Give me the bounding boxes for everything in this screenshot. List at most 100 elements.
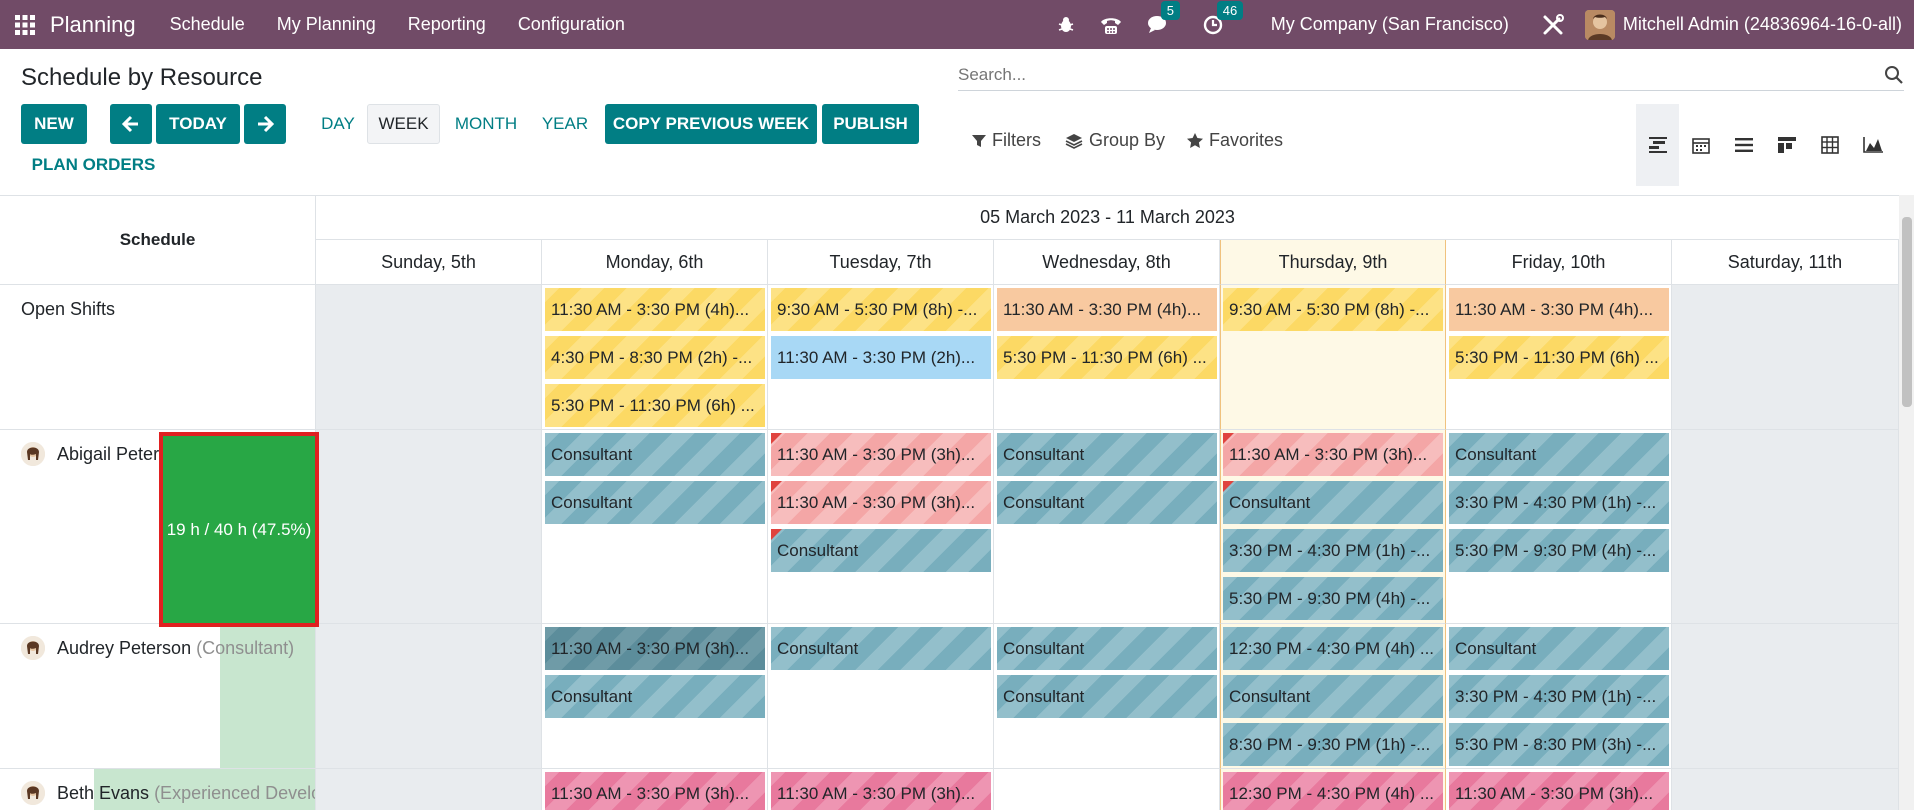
shift-pill[interactable]: 11:30 AM - 3:30 PM (4h)... (545, 288, 765, 331)
shift-pill[interactable]: 11:30 AM - 3:30 PM (2h)... (771, 336, 991, 379)
shift-pill[interactable]: Consultant (771, 627, 991, 670)
gantt-cell[interactable] (1672, 285, 1899, 430)
top-navbar: Planning Schedule My Planning Reporting … (0, 0, 1914, 49)
search-bar (958, 59, 1904, 91)
search-input[interactable] (958, 64, 1858, 85)
plan-orders-button[interactable]: PLAN ORDERS (21, 145, 166, 185)
shift-pill[interactable]: Consultant (997, 675, 1217, 718)
menu-configuration[interactable]: Configuration (518, 14, 625, 35)
shift-pill[interactable]: Consultant (545, 675, 765, 718)
menu-reporting[interactable]: Reporting (408, 14, 486, 35)
app-name[interactable]: Planning (50, 12, 136, 38)
filters-label: Filters (992, 130, 1041, 150)
shift-pill[interactable]: 5:30 PM - 9:30 PM (4h) -... (1223, 577, 1443, 620)
shift-pill[interactable]: 11:30 AM - 3:30 PM (4h)... (997, 288, 1217, 331)
shift-pill[interactable]: 11:30 AM - 3:30 PM (3h)... (545, 772, 765, 810)
shift-pill[interactable]: 4:30 PM - 8:30 PM (2h) -... (545, 336, 765, 379)
settings-tools-icon[interactable] (1541, 13, 1565, 37)
shift-pill[interactable]: 5:30 PM - 11:30 PM (6h) ... (997, 336, 1217, 379)
scale-month[interactable]: MONTH (445, 104, 527, 144)
messages-icon[interactable]: 5 (1147, 0, 1181, 35)
scale-year[interactable]: YEAR (533, 104, 597, 144)
shift-pill[interactable]: 8:30 PM - 9:30 PM (1h) -... (1223, 723, 1443, 766)
activities-clock-icon[interactable]: 46 (1203, 0, 1244, 35)
shift-pill[interactable]: Consultant (1449, 433, 1669, 476)
shift-pill[interactable]: 11:30 AM - 3:30 PM (3h)... (771, 772, 991, 810)
today-button[interactable]: TODAY (156, 104, 240, 144)
pivot-view-icon[interactable] (1808, 104, 1851, 186)
user-name: Mitchell Admin (24836964-16-0-all) (1622, 14, 1902, 34)
vertical-scrollbar[interactable] (1899, 195, 1914, 810)
filters-toggle[interactable]: Filters (972, 130, 1041, 151)
shift-pill[interactable]: Consultant (545, 481, 765, 524)
gantt-cell[interactable] (1672, 430, 1899, 624)
shift-pill[interactable]: Consultant (997, 627, 1217, 670)
shift-pill[interactable]: Consultant (1449, 627, 1669, 670)
avatar (21, 442, 45, 466)
shift-pill[interactable]: 9:30 AM - 5:30 PM (8h) -... (1223, 288, 1443, 331)
gantt-cell[interactable] (316, 430, 542, 624)
shift-pill[interactable]: Consultant (771, 529, 991, 572)
workload-progress-highlight: 19 h / 40 h (47.5%) (159, 432, 319, 627)
shift-pill[interactable]: 5:30 PM - 9:30 PM (4h) -... (1449, 529, 1669, 572)
kanban-view-icon[interactable] (1765, 104, 1808, 186)
favorites-toggle[interactable]: Favorites (1187, 130, 1283, 151)
list-view-icon[interactable] (1722, 104, 1765, 186)
groupby-label: Group By (1089, 130, 1166, 150)
gantt-cell[interactable] (316, 285, 542, 430)
search-icon[interactable] (1884, 65, 1904, 85)
shift-pill[interactable]: 3:30 PM - 4:30 PM (1h) -... (1223, 529, 1443, 572)
row-open-shifts: Open Shifts (0, 285, 316, 430)
gantt-cell[interactable] (316, 769, 542, 810)
new-button[interactable]: NEW (21, 104, 87, 144)
groupby-toggle[interactable]: Group By (1065, 130, 1165, 151)
company-switcher[interactable]: My Company (San Francisco) (1271, 14, 1509, 35)
apps-menu-icon[interactable] (0, 14, 50, 35)
shift-pill[interactable]: 11:30 AM - 3:30 PM (3h)... (771, 433, 991, 476)
shift-pill[interactable]: Consultant (1223, 675, 1443, 718)
shift-pill[interactable]: 11:30 AM - 3:30 PM (3h)... (771, 481, 991, 524)
shift-pill[interactable]: Consultant (1223, 481, 1443, 524)
gantt-cell[interactable] (994, 769, 1220, 810)
next-button[interactable] (244, 104, 286, 144)
day-header: Sunday, 5th (316, 240, 542, 285)
arrow-left-icon (122, 115, 138, 133)
shift-pill[interactable]: 12:30 PM - 4:30 PM (4h) ... (1223, 627, 1443, 670)
resource-role: (Experienced Developer) (154, 783, 315, 803)
shift-pill[interactable]: 11:30 AM - 3:30 PM (3h)... (1223, 433, 1443, 476)
previous-button[interactable] (110, 104, 152, 144)
shift-pill[interactable]: 11:30 AM - 3:30 PM (4h)... (1449, 288, 1669, 331)
graph-view-icon[interactable] (1851, 104, 1894, 186)
gantt-cell[interactable] (1672, 769, 1899, 810)
scale-week[interactable]: WEEK (367, 104, 440, 144)
debug-bug-icon[interactable] (1057, 16, 1075, 34)
shift-pill[interactable]: 5:30 PM - 11:30 PM (6h) ... (545, 384, 765, 427)
shift-pill[interactable]: 12:30 PM - 4:30 PM (4h) ... (1223, 772, 1443, 810)
gantt-cell[interactable] (316, 624, 542, 769)
favorites-label: Favorites (1209, 130, 1284, 150)
user-menu[interactable]: Mitchell Admin (24836964-16-0-all) (1584, 9, 1902, 40)
scale-day[interactable]: DAY (313, 104, 363, 144)
scrollbar-thumb[interactable] (1902, 217, 1912, 407)
shift-pill[interactable]: 5:30 PM - 8:30 PM (3h) -... (1449, 723, 1669, 766)
menu-schedule[interactable]: Schedule (170, 14, 245, 35)
voip-phone-icon[interactable] (1099, 15, 1123, 35)
copy-previous-week-button[interactable]: COPY PREVIOUS WEEK (605, 104, 817, 144)
calendar-view-icon[interactable] (1679, 104, 1722, 186)
shift-pill[interactable]: Consultant (997, 433, 1217, 476)
shift-pill[interactable]: 3:30 PM - 4:30 PM (1h) -... (1449, 675, 1669, 718)
menu-my-planning[interactable]: My Planning (277, 14, 376, 35)
shift-pill[interactable]: 3:30 PM - 4:30 PM (1h) -... (1449, 481, 1669, 524)
shift-pill[interactable]: Consultant (545, 433, 765, 476)
layers-icon (1065, 133, 1083, 149)
publish-button[interactable]: PUBLISH (822, 104, 919, 144)
shift-pill[interactable]: 5:30 PM - 11:30 PM (6h) ... (1449, 336, 1669, 379)
shift-pill[interactable]: Consultant (997, 481, 1217, 524)
gantt-cell[interactable] (1672, 624, 1899, 769)
day-header: Wednesday, 8th (994, 240, 1220, 285)
shift-pill[interactable]: 11:30 AM - 3:30 PM (3h)... (545, 627, 765, 670)
user-avatar (1584, 9, 1615, 40)
shift-pill[interactable]: 9:30 AM - 5:30 PM (8h) -... (771, 288, 991, 331)
gantt-view-icon[interactable] (1636, 104, 1679, 186)
shift-pill[interactable]: 11:30 AM - 3:30 PM (3h)... (1449, 772, 1669, 810)
